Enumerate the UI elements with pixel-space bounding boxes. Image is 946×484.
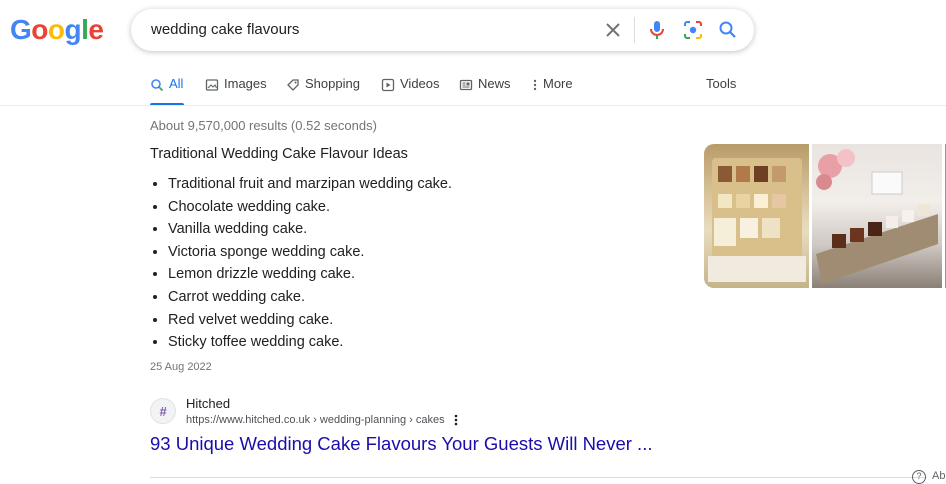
tab-shopping[interactable]: Shopping <box>286 76 360 106</box>
snippet-date: 25 Aug 2022 <box>150 361 212 373</box>
tab-images[interactable]: Images <box>205 76 267 106</box>
tab-label: Videos <box>400 76 440 91</box>
more-options-icon[interactable] <box>451 413 461 427</box>
image-thumbnail[interactable] <box>704 144 809 288</box>
tab-label: News <box>478 76 511 91</box>
google-logo[interactable]: Google <box>10 14 104 46</box>
tab-videos[interactable]: Videos <box>381 76 440 106</box>
logo-letter: e <box>88 14 104 45</box>
result-title-link[interactable]: 93 Unique Wedding Cake Flavours Your Gue… <box>150 433 652 455</box>
tab-label: More <box>543 76 573 91</box>
result-divider <box>150 477 927 478</box>
logo-letter: g <box>64 14 82 45</box>
list-item: Vanilla wedding cake. <box>168 219 452 242</box>
tab-news[interactable]: News <box>459 76 511 106</box>
site-favicon: # <box>150 398 176 424</box>
microphone-icon[interactable] <box>645 18 669 42</box>
image-icon <box>205 79 219 91</box>
search-icon <box>151 79 164 92</box>
search-tabs: All Images Shopping Videos News More Too… <box>0 76 946 106</box>
logo-letter: l <box>81 14 89 45</box>
tools-label: Tools <box>706 76 737 91</box>
list-item: Red velvet wedding cake. <box>168 310 452 333</box>
clear-icon[interactable] <box>601 18 625 42</box>
tools-button[interactable]: Tools <box>706 76 736 106</box>
list-item: Victoria sponge wedding cake. <box>168 242 452 265</box>
play-icon <box>381 78 395 92</box>
help-icon[interactable]: ? <box>912 470 926 484</box>
featured-snippet-list: Traditional fruit and marzipan wedding c… <box>150 174 452 355</box>
tab-more[interactable]: More <box>532 76 573 106</box>
list-item: Chocolate wedding cake. <box>168 197 452 220</box>
more-vertical-icon <box>533 79 537 91</box>
list-item: Sticky toffee wedding cake. <box>168 332 452 355</box>
list-item: Carrot wedding cake. <box>168 287 452 310</box>
search-icon[interactable] <box>716 18 740 42</box>
camera-icon[interactable] <box>681 18 705 42</box>
featured-snippet-heading: Traditional Wedding Cake Flavour Ideas <box>150 146 408 162</box>
tab-label: Images <box>224 76 267 91</box>
header-divider <box>0 105 946 106</box>
tab-all[interactable]: All <box>150 76 183 106</box>
site-url[interactable]: https://www.hitched.co.uk › wedding-plan… <box>186 414 445 426</box>
search-divider <box>634 17 635 43</box>
search-input[interactable]: wedding cake flavours <box>151 21 299 38</box>
list-item: Lemon drizzle wedding cake. <box>168 264 452 287</box>
logo-letter: o <box>47 14 65 45</box>
news-icon <box>459 79 473 91</box>
site-name[interactable]: Hitched <box>186 396 230 411</box>
tab-label: Shopping <box>305 76 360 91</box>
tab-label: All <box>169 76 184 91</box>
help-label[interactable]: Ab <box>932 470 945 482</box>
result-stats: About 9,570,000 results (0.52 seconds) <box>150 118 377 133</box>
logo-letter: o <box>31 14 48 45</box>
image-thumbnail[interactable] <box>812 144 942 288</box>
list-item: Traditional fruit and marzipan wedding c… <box>168 174 452 197</box>
search-box[interactable]: wedding cake flavours <box>131 9 754 51</box>
tag-icon <box>287 79 299 91</box>
logo-letter: G <box>10 14 32 45</box>
